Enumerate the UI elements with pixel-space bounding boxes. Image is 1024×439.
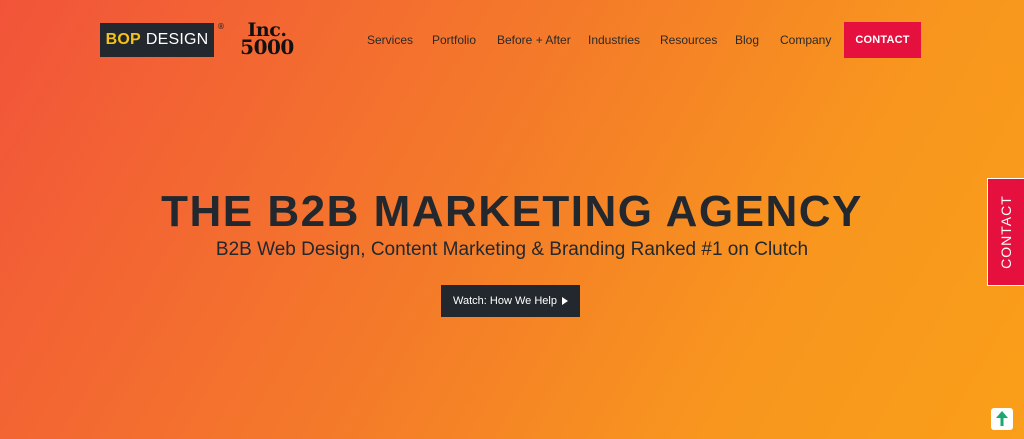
side-contact-tab[interactable]: CONTACT — [987, 178, 1024, 286]
nav-portfolio[interactable]: Portfolio — [432, 33, 476, 47]
bop-design-logo[interactable]: BOP DESIGN — [100, 23, 214, 57]
nav-resources[interactable]: Resources — [660, 33, 717, 47]
logo-design-text: DESIGN — [145, 31, 209, 48]
arrow-up-icon — [996, 411, 1008, 426]
logo-bop-text: BOP — [105, 31, 141, 48]
nav-services[interactable]: Services — [367, 33, 413, 47]
watch-button-label: Watch: How We Help — [453, 295, 557, 307]
play-icon — [561, 297, 568, 305]
nav-blog[interactable]: Blog — [735, 33, 759, 47]
nav-before-after[interactable]: Before + After — [497, 33, 571, 47]
scroll-to-top-button[interactable] — [991, 408, 1013, 430]
registered-mark: ® — [217, 22, 225, 31]
page: BOP DESIGN ® Inc. 5000 Services Portfoli… — [0, 0, 1024, 439]
side-contact-label: CONTACT — [998, 195, 1014, 269]
nav-industries[interactable]: Industries — [588, 33, 640, 47]
watch-video-button[interactable]: Watch: How We Help — [441, 285, 580, 317]
nav-company[interactable]: Company — [780, 33, 831, 47]
contact-button[interactable]: CONTACT — [844, 22, 921, 58]
inc-5000-text: 5000 — [240, 35, 294, 59]
hero-title: THE B2B MARKETING AGENCY — [161, 187, 863, 236]
inc-5000-logo: Inc. 5000 — [236, 21, 298, 59]
hero-subtitle: B2B Web Design, Content Marketing & Bran… — [215, 239, 809, 260]
